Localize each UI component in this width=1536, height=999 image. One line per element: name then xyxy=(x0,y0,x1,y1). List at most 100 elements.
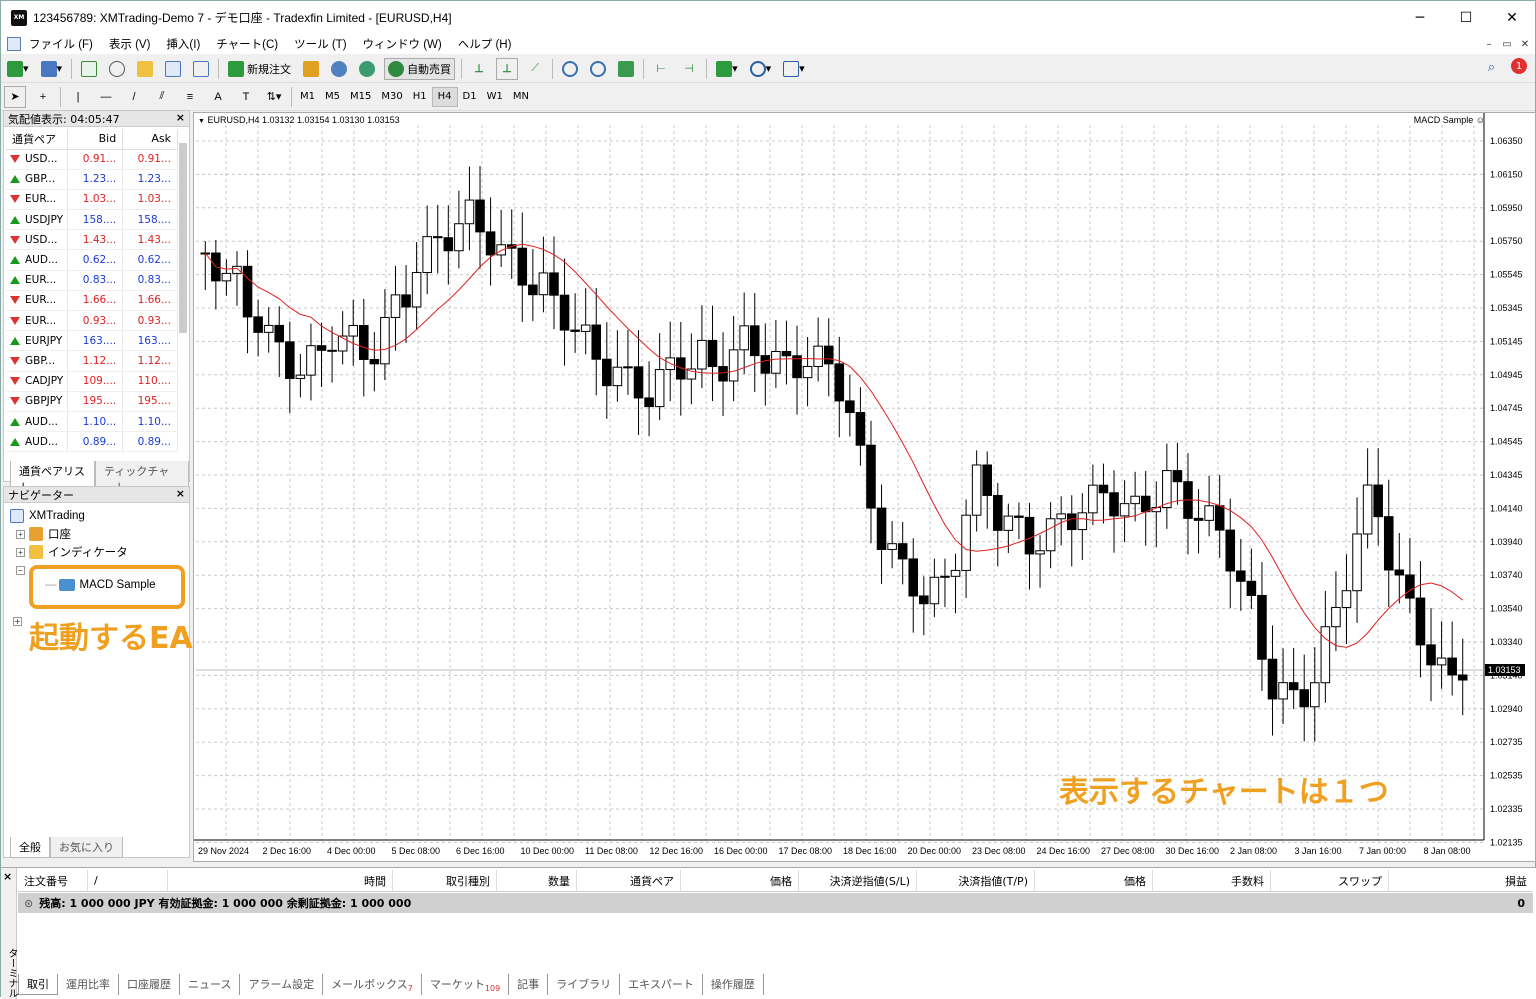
cursor-icon[interactable]: ➤ xyxy=(4,85,26,108)
market-watch-row[interactable]: USD... 0.91... 0.91... xyxy=(6,149,178,170)
market-watch-row[interactable]: USDJPY 158.... 158.... xyxy=(6,209,178,231)
vertical-line-icon[interactable]: | xyxy=(67,86,89,108)
market-watch-row[interactable]: AUD... 0.62... 0.62... xyxy=(6,249,178,271)
col-ask[interactable]: Ask xyxy=(122,129,178,150)
menu-window[interactable]: ウィンドウ (W) xyxy=(355,36,450,52)
balance-row[interactable]: ⊙ 残高: 1 000 000 JPY 有効証拠金: 1 000 000 余剰証… xyxy=(18,893,1533,913)
market-watch-button[interactable] xyxy=(78,58,100,80)
tab-general[interactable]: 全般 xyxy=(10,837,50,858)
market-watch-row[interactable]: EURJPY 163.... 163.... xyxy=(6,330,178,352)
nav-ea-macd[interactable]: — MACD Sample xyxy=(45,579,156,591)
tab-library[interactable]: ライブラリ xyxy=(548,973,621,995)
menu-help[interactable]: ヘルプ (H) xyxy=(450,36,520,52)
tab-journal[interactable]: 操作履歴 xyxy=(703,973,764,995)
col-price2[interactable]: 価格 xyxy=(1035,870,1153,891)
menu-insert[interactable]: 挿入(I) xyxy=(158,36,208,52)
channel-icon[interactable]: ⫽ xyxy=(151,86,173,108)
document-icon[interactable] xyxy=(7,37,21,51)
tf-h4[interactable]: H4 xyxy=(431,86,458,107)
navigator-button[interactable] xyxy=(134,58,156,80)
market-watch-row[interactable]: EUR... 0.93... 0.93... xyxy=(6,310,178,332)
new-order-button[interactable]: 新規注文 xyxy=(225,58,294,80)
market-watch-row[interactable]: AUD... 0.89... 0.89... xyxy=(6,431,178,453)
zoom-out-icon[interactable] xyxy=(587,58,609,80)
nav-accounts[interactable]: + 口座 xyxy=(10,525,128,543)
nav-indicators[interactable]: + インディケータ xyxy=(10,543,128,561)
col-bid[interactable]: Bid xyxy=(67,129,124,150)
chart-window[interactable]: ▼ EURUSD,H4 1.03132 1.03154 1.03130 1.03… xyxy=(193,112,1536,862)
market-watch-row[interactable]: EUR... 1.66... 1.66... xyxy=(6,290,178,312)
metaeditor-button[interactable] xyxy=(300,58,322,80)
menu-chart[interactable]: チャート(C) xyxy=(208,36,286,52)
text-label-icon[interactable]: T xyxy=(235,86,257,108)
new-chart-button[interactable]: ▾ xyxy=(4,58,32,80)
tab-market[interactable]: マーケット109 xyxy=(422,973,510,995)
tf-w1[interactable]: W1 xyxy=(482,87,508,107)
col-commission[interactable]: 手数料 xyxy=(1153,870,1271,891)
auto-trading-button[interactable]: 自動売買 xyxy=(384,57,456,80)
price-chart[interactable]: 1.06350 1.06150 1.05950 1.05750 1.05545 1.053… xyxy=(194,113,1536,863)
tf-d1[interactable]: D1 xyxy=(458,87,482,107)
market-watch-row[interactable]: CADJPY 109.... 110.... xyxy=(6,371,178,392)
market-watch-row[interactable]: GBP... 1.23... 1.23... xyxy=(6,169,178,190)
mdi-minimize-button[interactable]: – xyxy=(1481,37,1497,51)
col-time[interactable]: 時間 xyxy=(168,870,393,891)
col-swap[interactable]: スワップ xyxy=(1271,870,1389,891)
indicators-button[interactable]: ▾ xyxy=(713,58,741,80)
col-symbol[interactable]: 通貨ペア xyxy=(577,870,681,891)
market-watch-row[interactable]: GBPJPY 195.... 195.... xyxy=(6,391,178,412)
autoscroll-icon[interactable]: ⊣ xyxy=(678,58,700,80)
market-watch-row[interactable]: GBP... 1.12... 1.12... xyxy=(6,350,178,372)
market-watch-row[interactable]: AUD... 1.10... 1.10... xyxy=(6,411,178,433)
tf-m5[interactable]: M5 xyxy=(320,87,345,107)
tester-button[interactable] xyxy=(190,58,212,80)
tf-m15[interactable]: M15 xyxy=(345,87,376,107)
mdi-close-button[interactable]: ✕ xyxy=(1517,37,1533,51)
maximize-button[interactable]: ☐ xyxy=(1443,1,1489,34)
tab-mailbox[interactable]: メールボックス7 xyxy=(323,973,422,995)
market-watch-row[interactable]: EUR... 1.03... 1.03... xyxy=(6,189,178,211)
tf-m1[interactable]: M1 xyxy=(295,87,320,107)
profiles-button[interactable]: ▾ xyxy=(38,58,66,80)
data-window-button[interactable] xyxy=(106,58,128,80)
market-button[interactable] xyxy=(356,58,378,80)
col-tp[interactable]: 決済指値(T/P) xyxy=(917,870,1035,891)
horizontal-line-icon[interactable]: — xyxy=(95,86,117,108)
close-icon[interactable]: × xyxy=(3,870,12,883)
market-watch-row[interactable]: EUR... 0.83... 0.83... xyxy=(6,270,178,291)
tab-articles[interactable]: 記事 xyxy=(509,973,549,995)
tf-mn[interactable]: MN xyxy=(508,87,534,107)
tf-m30[interactable]: M30 xyxy=(376,87,407,107)
menu-file[interactable]: ファイル (F) xyxy=(21,36,101,52)
nav-scripts-expander[interactable]: + xyxy=(13,617,22,626)
scrollbar-thumb[interactable] xyxy=(179,143,187,333)
bar-chart-button[interactable]: ⊥ xyxy=(468,58,490,80)
zoom-in-icon[interactable] xyxy=(559,58,581,80)
trendline-icon[interactable]: / xyxy=(123,86,145,108)
tile-windows-icon[interactable] xyxy=(615,58,637,80)
tab-news[interactable]: ニュース xyxy=(180,973,241,995)
col-sort[interactable]: / xyxy=(88,870,168,891)
periods-button[interactable]: ▾ xyxy=(747,58,775,80)
close-icon[interactable]: × xyxy=(176,111,185,124)
tab-favorites[interactable]: お気に入り xyxy=(50,837,123,858)
crosshair-icon[interactable]: + xyxy=(32,86,54,108)
nav-root[interactable]: XMTrading xyxy=(10,507,128,525)
col-type[interactable]: 取引種別 xyxy=(393,870,497,891)
menu-tools[interactable]: ツール (T) xyxy=(286,36,354,52)
menu-view[interactable]: 表示 (V) xyxy=(101,36,159,52)
tab-exposure[interactable]: 運用比率 xyxy=(58,973,119,995)
fibonacci-icon[interactable]: ≡ xyxy=(179,86,201,108)
arrows-icon[interactable]: ⇅▾ xyxy=(263,86,285,108)
tab-history[interactable]: 口座履歴 xyxy=(119,973,180,995)
tab-trade[interactable]: 取引 xyxy=(18,973,58,995)
candle-chart-button[interactable]: ⊥ xyxy=(496,57,519,80)
search-icon[interactable]: ⌕ xyxy=(1488,60,1495,75)
col-price[interactable]: 価格 xyxy=(681,870,799,891)
col-volume[interactable]: 数量 xyxy=(497,870,577,891)
chart-shift-icon[interactable]: ⊢ xyxy=(650,58,672,80)
tab-alerts[interactable]: アラーム設定 xyxy=(240,973,324,995)
text-icon[interactable]: A xyxy=(207,86,229,108)
col-profit[interactable]: 損益 xyxy=(1389,870,1533,891)
col-order[interactable]: 注文番号 xyxy=(18,870,88,891)
